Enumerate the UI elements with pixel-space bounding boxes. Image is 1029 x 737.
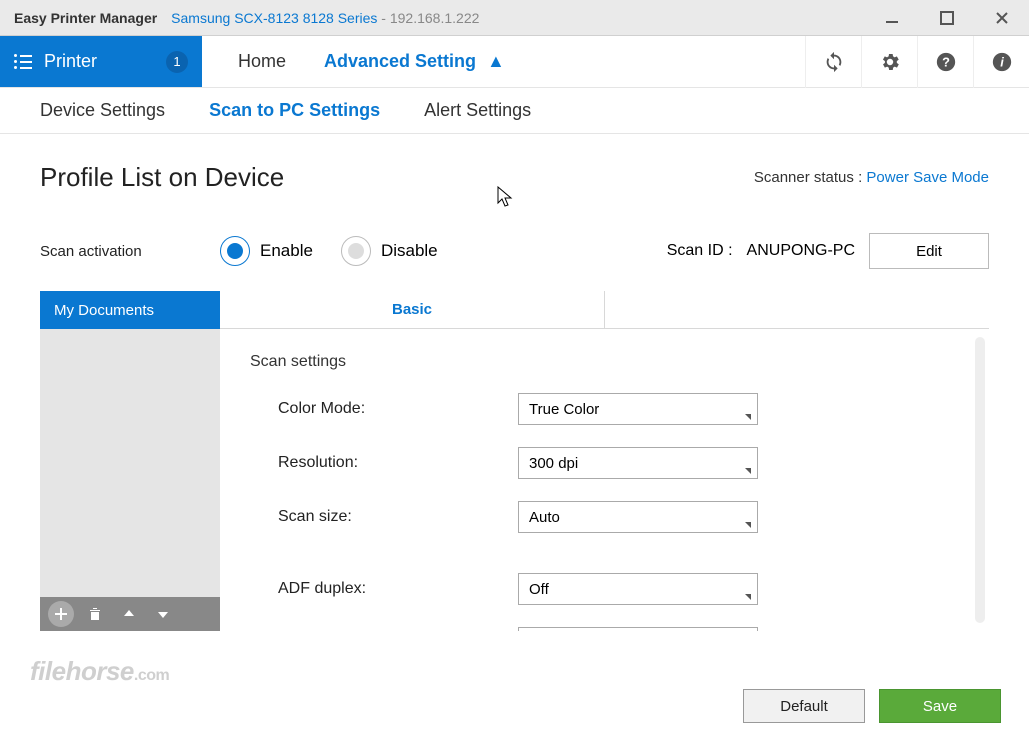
scan-id-value: ANUPONG-PC	[747, 242, 855, 260]
resolution-select[interactable]: 300 dpi	[518, 447, 758, 479]
subtab-device-settings[interactable]: Device Settings	[40, 100, 165, 121]
scan-size-select[interactable]: Auto	[518, 501, 758, 533]
adf-duplex-label: ADF duplex:	[278, 580, 518, 598]
refresh-icon[interactable]	[805, 36, 861, 88]
profile-list-empty	[40, 329, 220, 597]
toolbar: Printer 1 Home Advanced Setting ▲ ? i	[0, 36, 1029, 88]
color-mode-select[interactable]: True Color	[518, 393, 758, 425]
edit-button[interactable]: Edit	[869, 233, 989, 269]
watermark: filehorse.com	[30, 656, 169, 687]
dropdown-icon	[745, 468, 751, 474]
dropdown-icon	[745, 414, 751, 420]
radio-disable[interactable]: Disable	[341, 236, 438, 266]
scrollbar[interactable]	[975, 337, 985, 623]
gear-icon[interactable]	[861, 36, 917, 88]
svg-text:?: ?	[942, 54, 950, 69]
delete-profile-button[interactable]	[82, 601, 108, 627]
page-title: Profile List on Device	[40, 162, 284, 193]
content: Profile List on Device Scanner status : …	[0, 134, 1029, 631]
svg-text:i: i	[1000, 54, 1004, 69]
tab-advanced-setting[interactable]: Advanced Setting ▲	[324, 51, 505, 72]
profile-item-my-documents[interactable]: My Documents	[40, 291, 220, 329]
scan-activation-radio-group: Enable Disable	[220, 236, 438, 266]
subtab-scan-to-pc[interactable]: Scan to PC Settings	[209, 100, 380, 121]
scan-activation-label: Scan activation	[40, 243, 220, 260]
minimize-button[interactable]	[864, 0, 919, 36]
settings-panel: Basic Scan settings Color Mode: True Col…	[220, 291, 989, 631]
app-name: Easy Printer Manager	[0, 10, 171, 26]
color-mode-label: Color Mode:	[278, 400, 518, 418]
profile-tools	[40, 597, 220, 631]
dropdown-icon	[745, 594, 751, 600]
default-button[interactable]: Default	[743, 689, 865, 723]
device-name: Samsung SCX-8123 8128 Series	[171, 10, 377, 26]
titlebar: Easy Printer Manager Samsung SCX-8123 81…	[0, 0, 1029, 36]
device-ip: - 192.168.1.222	[377, 10, 479, 26]
subtab-alert-settings[interactable]: Alert Settings	[424, 100, 531, 121]
move-up-button[interactable]	[116, 601, 142, 627]
scanner-status-link[interactable]: Power Save Mode	[866, 169, 989, 186]
add-profile-button[interactable]	[48, 601, 74, 627]
close-button[interactable]	[974, 0, 1029, 36]
help-icon[interactable]: ?	[917, 36, 973, 88]
dropdown-icon	[745, 522, 751, 528]
printer-label: Printer	[44, 51, 97, 72]
scan-settings-heading: Scan settings	[250, 353, 989, 371]
original-type-select[interactable]: Text / Photo	[518, 627, 758, 631]
move-down-button[interactable]	[150, 601, 176, 627]
list-icon	[14, 54, 32, 69]
save-button[interactable]: Save	[879, 689, 1001, 723]
adf-duplex-select[interactable]: Off	[518, 573, 758, 605]
tab-home[interactable]: Home	[238, 51, 286, 72]
scan-size-label: Scan size:	[278, 508, 518, 526]
panel-tab-basic[interactable]: Basic	[220, 291, 605, 328]
window-controls	[864, 0, 1029, 36]
printer-count-badge: 1	[166, 51, 188, 73]
profile-area: My Documents Basic Scan settings Color M…	[40, 291, 989, 631]
radio-icon	[220, 236, 250, 266]
info-icon[interactable]: i	[973, 36, 1029, 88]
profile-sidebar: My Documents	[40, 291, 220, 631]
caret-up-icon: ▲	[482, 51, 505, 72]
subtabs: Device Settings Scan to PC Settings Aler…	[0, 88, 1029, 134]
maximize-button[interactable]	[919, 0, 974, 36]
resolution-label: Resolution:	[278, 454, 518, 472]
footer-buttons: Default Save	[743, 689, 1001, 723]
scan-id-label: Scan ID :	[667, 242, 733, 260]
toolbar-icons: ? i	[805, 36, 1029, 87]
nav-tabs: Home Advanced Setting ▲	[202, 36, 505, 87]
radio-enable[interactable]: Enable	[220, 236, 313, 266]
radio-icon	[341, 236, 371, 266]
scanner-status: Scanner status : Power Save Mode	[754, 169, 989, 186]
printer-menu-button[interactable]: Printer 1	[0, 36, 202, 87]
